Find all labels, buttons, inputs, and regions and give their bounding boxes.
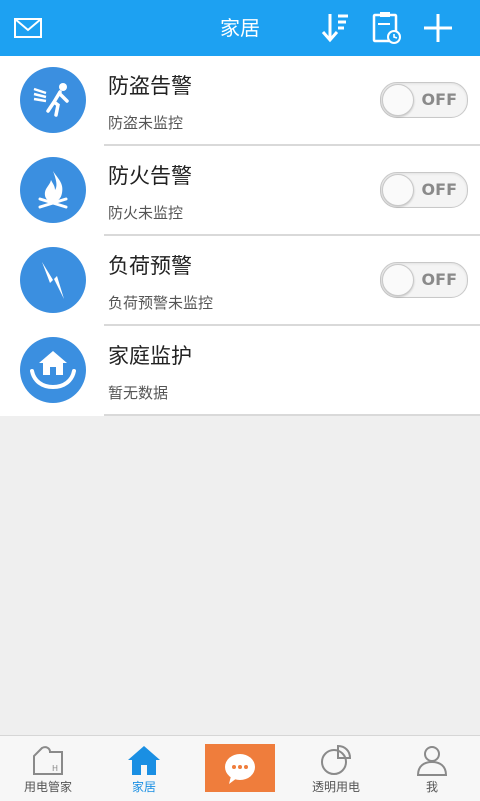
- home-icon: [124, 742, 164, 778]
- toggle-knob: [382, 264, 414, 296]
- list-item-fire[interactable]: 防火告警 防火未监控 OFF: [0, 146, 480, 236]
- add-icon[interactable]: [418, 8, 458, 48]
- item-status: 负荷预警未监控: [108, 294, 214, 312]
- sort-icon[interactable]: [316, 8, 356, 48]
- item-title: 防盗告警: [108, 74, 192, 98]
- toggle-knob: [382, 174, 414, 206]
- item-title: 负荷预警: [108, 254, 192, 278]
- lightning-icon: [20, 247, 86, 313]
- toggle-label: OFF: [421, 180, 457, 199]
- electric-housekeeper-icon: H: [28, 742, 68, 778]
- list-item-load[interactable]: 负荷预警 负荷预警未监控 OFF: [0, 236, 480, 326]
- alarm-toggle[interactable]: OFF: [380, 262, 468, 298]
- tab-transparent-power[interactable]: 透明用电: [288, 736, 384, 801]
- fire-alarm-icon: [20, 157, 86, 223]
- schedule-icon[interactable]: [366, 8, 406, 48]
- tab-electric-housekeeper[interactable]: H 用电管家: [0, 736, 96, 801]
- list-item-burglar[interactable]: 防盗告警 防盗未监控 OFF: [0, 56, 480, 146]
- page-title: 家居: [220, 16, 260, 40]
- item-status: 防盗未监控: [108, 114, 184, 132]
- toggle-knob: [382, 84, 414, 116]
- tab-me[interactable]: 我: [384, 736, 480, 801]
- top-bar: 家居: [0, 0, 480, 56]
- alarm-toggle[interactable]: OFF: [380, 172, 468, 208]
- tab-label: 家居: [131, 780, 156, 794]
- bottom-tab-bar: H 用电管家 家居 透明用电 我: [0, 735, 480, 801]
- item-title: 家庭监护: [108, 344, 192, 368]
- tab-label: 用电管家: [23, 780, 72, 794]
- alarm-list: 防盗告警 防盗未监控 OFF 防火告警 防火未监控 OFF 负荷预警 负荷预警未…: [0, 56, 480, 416]
- list-item-home-care[interactable]: 家庭监护 暂无数据: [0, 326, 480, 416]
- user-icon: [412, 742, 452, 778]
- home-care-icon: [20, 337, 86, 403]
- item-status: 防火未监控: [108, 204, 184, 222]
- svg-text:H: H: [52, 764, 58, 773]
- tab-label: 透明用电: [311, 780, 360, 794]
- item-status: 暂无数据: [108, 384, 169, 402]
- tab-label: 我: [425, 780, 438, 794]
- tab-home[interactable]: 家居: [96, 736, 192, 801]
- burglar-alarm-icon: [20, 67, 86, 133]
- alarm-toggle[interactable]: OFF: [380, 82, 468, 118]
- divider: [104, 414, 480, 416]
- chat-button[interactable]: [205, 744, 275, 792]
- toggle-label: OFF: [421, 90, 457, 109]
- toggle-label: OFF: [421, 270, 457, 289]
- chat-icon: [225, 754, 255, 784]
- item-title: 防火告警: [108, 164, 192, 188]
- pie-chart-icon: [316, 742, 356, 778]
